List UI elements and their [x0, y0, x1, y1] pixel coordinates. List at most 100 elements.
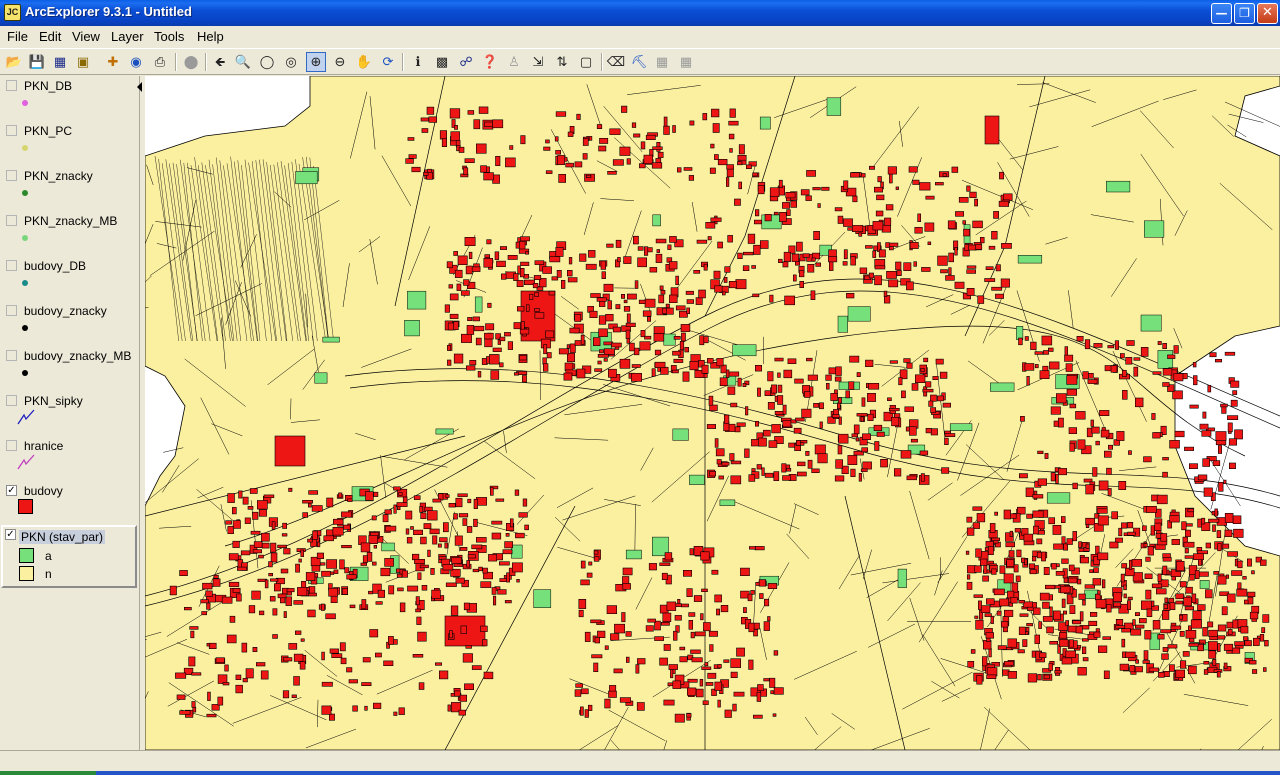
menu-layer[interactable]: Layer: [109, 29, 146, 45]
menu-help[interactable]: Help: [195, 29, 226, 45]
building: [556, 112, 566, 117]
menu-edit[interactable]: Edit: [37, 29, 63, 45]
building: [361, 563, 367, 566]
layer-item[interactable]: PKN_znacky: [0, 166, 138, 211]
menu-view[interactable]: View: [70, 29, 102, 45]
zoom-selection-icon[interactable]: ◎: [281, 52, 301, 72]
layer-checkbox[interactable]: ✓: [6, 485, 17, 496]
building: [610, 129, 621, 135]
menu-file[interactable]: File: [5, 29, 30, 45]
building: [772, 424, 781, 433]
close-button[interactable]: ✕: [1257, 3, 1278, 24]
layer-checkbox[interactable]: [6, 80, 17, 91]
layer-item[interactable]: budovy_znacky_MB: [0, 346, 138, 391]
back-icon[interactable]: 🡸: [210, 52, 230, 72]
zoom-tool-icon[interactable]: ⛏: [629, 52, 649, 72]
building: [718, 664, 722, 668]
find-icon[interactable]: ☍: [456, 52, 476, 72]
building: [998, 646, 1006, 650]
building: [485, 122, 493, 127]
query-icon[interactable]: ❓: [480, 52, 500, 72]
layer-add-icon[interactable]: ▣: [73, 52, 93, 72]
layer-checkbox[interactable]: [6, 170, 17, 181]
zoom-in-icon[interactable]: ⊕: [306, 52, 326, 72]
refresh-icon[interactable]: ⟳: [378, 52, 398, 72]
hyperlink-icon[interactable]: ⇅: [552, 52, 572, 72]
layer-item[interactable]: PKN_PC: [0, 121, 138, 166]
building: [289, 643, 297, 649]
building: [687, 589, 693, 597]
open-folder-icon[interactable]: 📂: [4, 52, 24, 72]
building: [420, 565, 428, 568]
table-icon[interactable]: ▦: [676, 52, 696, 72]
building: [889, 243, 898, 247]
building: [832, 415, 839, 418]
building: [711, 144, 715, 148]
zoom-out-icon[interactable]: ⊖: [330, 52, 350, 72]
buffer-icon[interactable]: ▢: [576, 52, 596, 72]
save-icon[interactable]: 💾: [27, 52, 47, 72]
layer-checkbox[interactable]: [6, 440, 17, 451]
building: [715, 595, 722, 602]
building: [1086, 544, 1089, 548]
layer-checkbox[interactable]: [6, 125, 17, 136]
building: [711, 109, 719, 117]
building: [1218, 643, 1221, 651]
layer-checkbox[interactable]: [6, 395, 17, 406]
building: [438, 544, 441, 547]
building: [1183, 651, 1189, 656]
building: [207, 714, 216, 717]
measure-icon[interactable]: ⇲: [528, 52, 548, 72]
layer-checkbox[interactable]: [6, 350, 17, 361]
layer-item[interactable]: PKN_sipky: [0, 391, 138, 436]
zoom-full-icon[interactable]: 🔍: [233, 52, 253, 72]
layer-checkbox[interactable]: ✓: [5, 529, 16, 540]
building: [1253, 638, 1259, 645]
select-icon[interactable]: ▩: [432, 52, 452, 72]
clear-icon[interactable]: ⌫: [606, 52, 626, 72]
layer-item[interactable]: PKN_znacky_MB: [0, 211, 138, 256]
building: [586, 175, 591, 178]
building: [490, 488, 493, 496]
zoom-layer-icon[interactable]: ◯: [257, 52, 277, 72]
building: [936, 359, 943, 364]
grid-icon[interactable]: ▦: [652, 52, 672, 72]
layer-checkbox[interactable]: [6, 215, 17, 226]
layer-item[interactable]: ✓ budovy: [0, 481, 138, 526]
layer-item[interactable]: PKN_DB: [0, 76, 138, 121]
building: [296, 564, 300, 572]
app-icon[interactable]: JC: [4, 4, 21, 21]
identify-icon[interactable]: ℹ: [408, 52, 428, 72]
map-canvas[interactable]: [145, 76, 1280, 750]
map-view[interactable]: [145, 76, 1280, 750]
pan-icon[interactable]: ✋: [354, 52, 374, 72]
layer-item[interactable]: budovy_DB: [0, 256, 138, 301]
building: [515, 533, 524, 538]
add-data-icon[interactable]: ✚: [103, 52, 123, 72]
building: [627, 294, 636, 299]
building: [507, 573, 510, 582]
layer-item[interactable]: hranice: [0, 436, 138, 481]
layer-item[interactable]: budovy_znacky: [0, 301, 138, 346]
print-icon[interactable]: ⎙: [150, 52, 170, 72]
maximize-button[interactable]: ❐: [1234, 3, 1255, 24]
layer-name: budovy_DB: [24, 259, 86, 273]
layer-checkbox[interactable]: [6, 260, 17, 271]
internet-icon[interactable]: ◉: [126, 52, 146, 72]
building: [1168, 355, 1176, 359]
locate-icon[interactable]: ♙: [504, 52, 524, 72]
building: [1135, 625, 1144, 628]
building: [308, 610, 316, 617]
stop-icon[interactable]: ⬤: [181, 52, 201, 72]
building: [510, 519, 513, 527]
active-layer-item[interactable]: ✓ PKN (stav_par) a n: [1, 525, 137, 588]
building: [343, 525, 350, 529]
building: [407, 537, 412, 543]
menu-tools[interactable]: Tools: [152, 29, 186, 45]
building: [399, 493, 403, 496]
building: [330, 649, 339, 653]
collapse-arrow-icon[interactable]: [137, 82, 142, 92]
save-as-icon[interactable]: ▦: [50, 52, 70, 72]
minimize-button[interactable]: —: [1211, 3, 1232, 24]
layer-checkbox[interactable]: [6, 305, 17, 316]
